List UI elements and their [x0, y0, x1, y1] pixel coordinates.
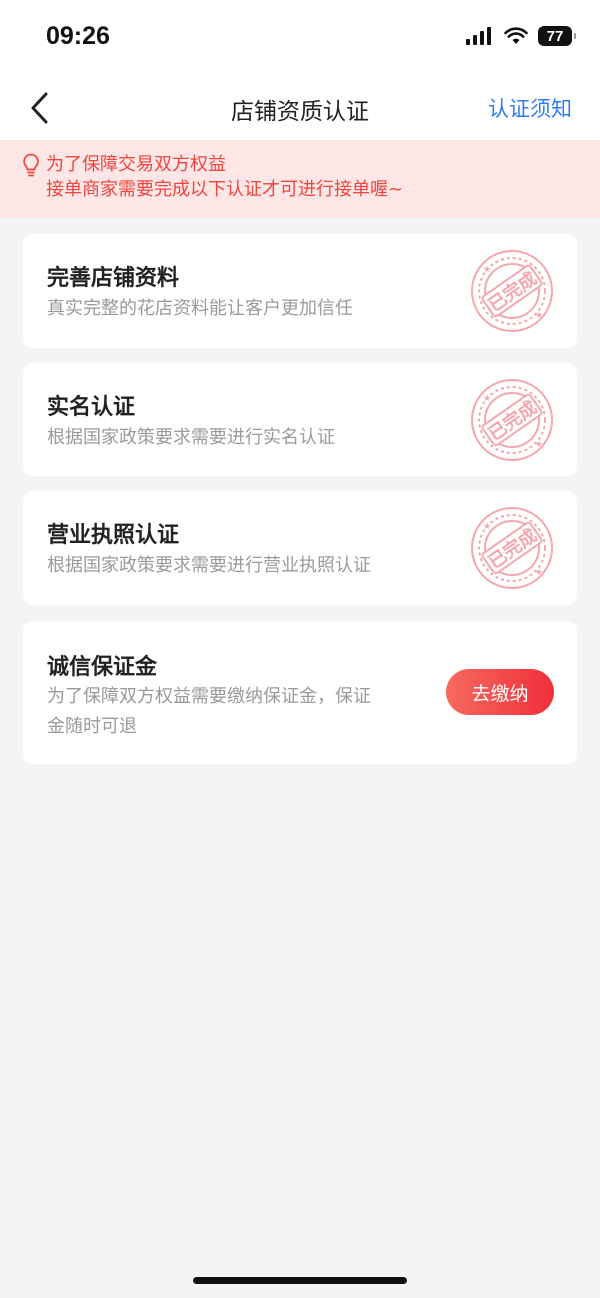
card-title: 诚信保证金 — [47, 655, 158, 680]
card-desc: 为了保障双方权益需要缴纳保证金，保证 金随时可退 — [47, 682, 371, 742]
status-bar: 09:26 77 — [0, 0, 600, 76]
lightbulb-icon — [23, 153, 39, 177]
notice-line-1: 为了保障交易双方权益 — [46, 154, 226, 175]
card-desc: 根据国家政策要求需要进行营业执照认证 — [47, 555, 371, 576]
card-deposit[interactable]: 诚信保证金 为了保障双方权益需要缴纳保证金，保证 金随时可退 去缴纳 — [23, 621, 577, 764]
battery-icon: 77 — [538, 26, 576, 46]
status-icons: 77 — [466, 26, 576, 46]
svg-text:★: ★ — [483, 265, 491, 275]
card-title: 营业执照认证 — [47, 523, 180, 548]
nav-bar: 店铺资质认证 认证须知 — [0, 76, 600, 140]
cellular-signal-icon — [466, 27, 494, 45]
status-time: 09:26 — [46, 22, 110, 50]
notice-line-2: 接单商家需要完成以下认证才可进行接单喔~ — [46, 179, 404, 200]
card-desc-line-2: 金随时可退 — [47, 716, 137, 737]
svg-text:★: ★ — [483, 394, 491, 404]
svg-text:★: ★ — [535, 440, 543, 450]
completed-stamp-icon: 已完成 ★★ — [471, 507, 553, 589]
notice-text: 为了保障交易双方权益 接单商家需要完成以下认证才可进行接单喔~ — [46, 152, 403, 202]
card-real-name[interactable]: 实名认证 根据国家政策要求需要进行实名认证 已完成 ★ ★ — [23, 363, 577, 476]
card-desc: 根据国家政策要求需要进行实名认证 — [47, 427, 335, 448]
completed-stamp-icon: 已完成 ★★ — [471, 379, 553, 461]
card-desc-line-1: 为了保障双方权益需要缴纳保证金，保证 — [47, 686, 371, 707]
home-indicator — [193, 1277, 407, 1284]
card-desc: 真实完整的花店资料能让客户更加信任 — [47, 298, 353, 319]
card-store-profile[interactable]: 完善店铺资料 真实完整的花店资料能让客户更加信任 已完成 ★ ★ — [23, 234, 577, 348]
svg-text:★: ★ — [483, 522, 491, 532]
card-title: 完善店铺资料 — [47, 266, 180, 291]
certification-notice-link[interactable]: 认证须知 — [488, 93, 572, 123]
notice-banner: 为了保障交易双方权益 接单商家需要完成以下认证才可进行接单喔~ — [0, 140, 600, 218]
card-title: 实名认证 — [47, 395, 136, 420]
card-business-license[interactable]: 营业执照认证 根据国家政策要求需要进行营业执照认证 已完成 ★ ★ — [23, 491, 577, 605]
completed-stamp-icon: 已完成 ★★ — [471, 250, 553, 332]
svg-text:★: ★ — [535, 311, 543, 321]
svg-text:★: ★ — [535, 568, 543, 578]
battery-level: 77 — [546, 27, 564, 45]
wifi-icon — [504, 27, 528, 44]
pay-deposit-button[interactable]: 去缴纳 — [446, 669, 554, 715]
